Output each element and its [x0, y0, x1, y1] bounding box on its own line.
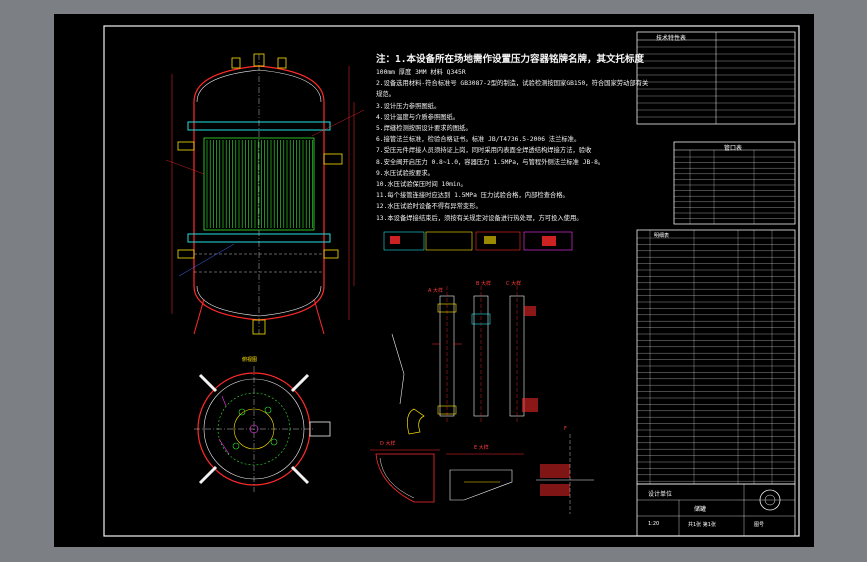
nozzle-table-title: 管口表	[724, 145, 743, 152]
notes-title: 注：1.本设备所在场地需作设置压力容器铭牌名牌，其文托标度	[376, 54, 644, 65]
note-line: 2.设备选用材料-符合标准号 GB3087-2型的制造，试验检测按国家GB150…	[376, 80, 649, 88]
detail-row	[383, 231, 573, 251]
vessel-plan	[194, 366, 331, 492]
right-tables	[636, 31, 796, 537]
note-line: 8.安全阀开启压力 0.8~1.0，容器压力 1.5MPa，与管程外侧法兰标准 …	[376, 158, 605, 166]
title-block-project: 设计单位	[648, 491, 673, 498]
tech-table-title: 技术特性表	[656, 35, 687, 42]
detail-e-label: E 大样	[474, 445, 489, 451]
note-line: 6.接管法兰标准，检验合格证书。标准 JB/T4736.5-2006 法兰标准。	[376, 136, 581, 144]
note-line: 9.水压试验按要求。	[376, 169, 434, 177]
title-block-drawing-name: 储罐	[694, 506, 707, 513]
drawing-border	[103, 25, 800, 537]
plan-view-label: 俯视图	[242, 357, 258, 363]
title-block-drawing-no: 图号	[754, 522, 765, 528]
note-line: 11.每个接管连接时应达到 1.5MPa 压力试验合格，内部检查合格。	[376, 192, 569, 200]
note-line: 7.受压元件焊接人员须持证上岗，同时采用内表面全焊透结构焊接方法，验收	[376, 147, 592, 155]
note-line: 4.设计温度与介质参照图纸。	[376, 113, 460, 121]
detail-d-label: D 大样	[380, 441, 396, 447]
drawing-svg	[103, 25, 800, 537]
note-line: 13.本设备焊接结束后，须按有关规定对设备进行热处理，方可投入使用。	[376, 214, 583, 222]
note-line: 100mm 厚度 3MM 材料 Q345R	[376, 69, 466, 76]
drawing-canvas: 注：1.本设备所在场地需作设置压力容器铭牌名牌，其文托标度 100mm 厚度 3…	[54, 14, 814, 547]
detail-sections	[391, 286, 538, 435]
vessel-elevation	[165, 53, 365, 335]
detail-a-label: A 大样	[428, 288, 444, 294]
note-line: 规范。	[376, 91, 395, 99]
parts-table-title: 明细表	[654, 233, 670, 239]
note-line: 10.水压试验保压时间 10min。	[376, 181, 467, 188]
note-line: 3.设计压力参照图纸。	[376, 102, 441, 110]
note-line: 5.焊缝检测按照设计要求的图纸。	[376, 125, 472, 132]
detail-f-label: F	[564, 426, 567, 432]
detail-c-label: C 大样	[506, 281, 522, 287]
title-block-sheet: 共1张 第1张	[688, 522, 716, 528]
title-block-scale: 1:20	[648, 521, 660, 527]
note-line: 12.水压试验时设备不得有异常变形。	[376, 203, 482, 211]
detail-b-label: B 大样	[476, 281, 492, 287]
